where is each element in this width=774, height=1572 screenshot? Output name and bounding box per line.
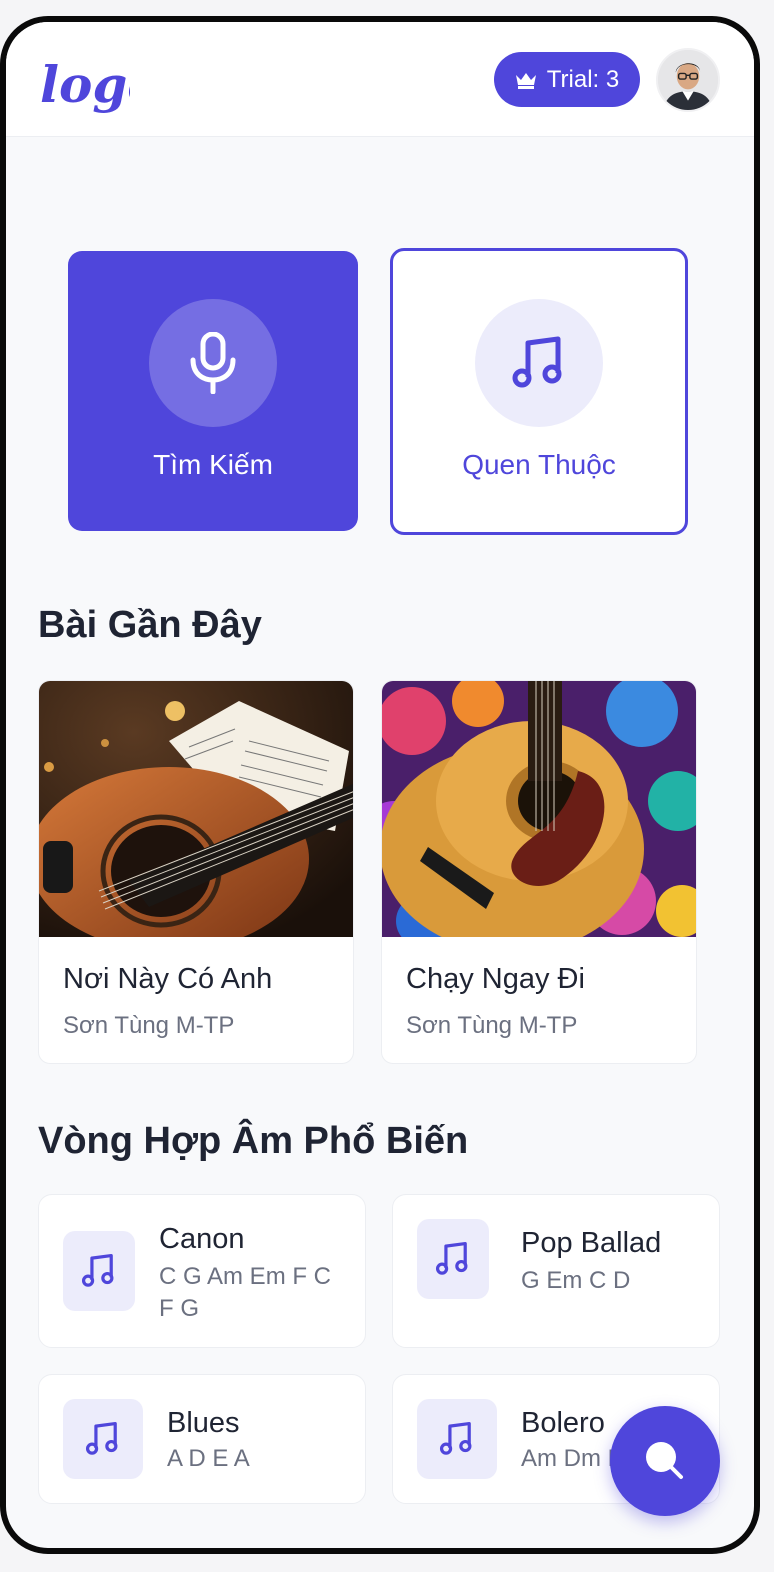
progression-card[interactable]: Pop Ballad G Em C D — [392, 1194, 720, 1348]
song-artwork-guitar-colorful — [382, 681, 696, 937]
search-action-label: Tìm Kiếm — [153, 449, 273, 480]
svg-text:logo: logo — [40, 55, 130, 114]
avatar-image — [658, 50, 718, 110]
progression-chords: G Em C D — [521, 1267, 631, 1294]
progression-card[interactable]: Blues A D E A — [38, 1374, 366, 1504]
trial-badge-button[interactable]: Trial: 3 — [494, 52, 640, 107]
progression-name: Pop Ballad — [521, 1227, 662, 1259]
music-note-icon — [512, 336, 562, 388]
progression-name: Blues — [167, 1407, 240, 1439]
progression-icon-box — [417, 1399, 497, 1479]
search-icon — [646, 1442, 683, 1479]
familiar-action-card[interactable]: Quen Thuộc — [390, 248, 688, 535]
app-header: logo Trial: 3 — [6, 22, 754, 137]
progression-chords: Am Dm E — [521, 1445, 624, 1472]
trial-label: Trial: 3 — [546, 65, 620, 93]
music-note-icon — [85, 1421, 118, 1455]
microphone-icon — [190, 332, 236, 394]
microphone-icon-circle — [149, 299, 277, 427]
music-note-icon — [439, 1421, 472, 1455]
progressions-section-title: Vòng Hợp Âm Phổ Biến — [38, 1120, 469, 1162]
search-fab-button[interactable] — [610, 1406, 720, 1516]
search-action-card[interactable]: Tìm Kiếm — [68, 251, 358, 531]
music-note-icon — [81, 1253, 114, 1287]
song-card[interactable]: Nơi Này Có Anh Sơn Tùng M-TP — [38, 680, 354, 1064]
progression-name: Canon — [159, 1223, 245, 1255]
song-title: Chạy Ngay Đi — [406, 963, 585, 995]
song-title: Nơi Này Có Anh — [63, 963, 273, 995]
song-artist: Sơn Tùng M-TP — [63, 1012, 235, 1039]
progression-name: Bolero — [521, 1407, 605, 1439]
progression-icon-box — [417, 1219, 489, 1299]
progression-chords: C G Am Em F C F G — [159, 1263, 332, 1322]
familiar-action-label: Quen Thuộc — [462, 449, 616, 480]
phone-frame: logo Trial: 3 — [0, 16, 760, 1554]
progression-card[interactable]: Canon C G Am Em F C F G — [38, 1194, 366, 1348]
crown-icon — [515, 72, 536, 89]
progression-icon-box — [63, 1231, 135, 1311]
music-note-icon — [435, 1241, 468, 1275]
progression-chords: A D E A — [167, 1445, 250, 1472]
song-artist: Sơn Tùng M-TP — [406, 1012, 578, 1039]
user-avatar[interactable] — [656, 48, 720, 112]
recent-section-title: Bài Gần Đây — [38, 604, 262, 646]
song-card[interactable]: Chạy Ngay Đi Sơn Tùng M-TP — [381, 680, 697, 1064]
app-logo[interactable]: logo — [38, 44, 130, 124]
progression-icon-box — [63, 1399, 143, 1479]
music-note-icon-circle — [475, 299, 603, 427]
song-artwork-guitar-sheet — [39, 681, 353, 937]
